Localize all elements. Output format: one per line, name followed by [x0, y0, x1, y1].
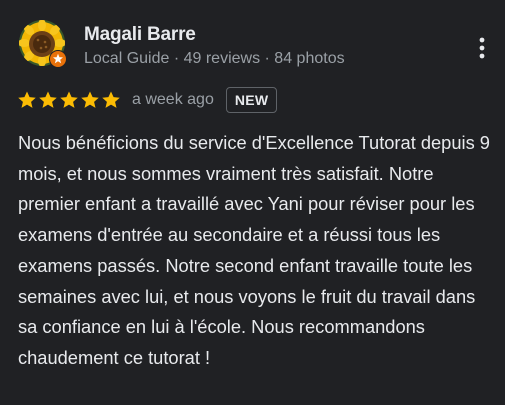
- star-icon: [18, 91, 36, 108]
- review-text: Nous bénéficions du service d'Excellence…: [18, 132, 490, 368]
- more-vertical-icon: [479, 37, 485, 59]
- new-badge: NEW: [225, 87, 278, 113]
- star-icon: [39, 91, 57, 108]
- star-icon: [60, 91, 78, 108]
- star-icon: [81, 91, 99, 108]
- local-guide-badge-icon: [49, 50, 67, 68]
- more-options-button[interactable]: [470, 30, 494, 66]
- author-name[interactable]: Magali Barre: [84, 24, 196, 46]
- author-avatar[interactable]: [19, 20, 67, 68]
- author-meta[interactable]: Local Guide · 49 reviews · 84 photos: [84, 50, 345, 68]
- star-icon: [102, 91, 120, 108]
- review-card: Magali Barre Local Guide · 49 reviews · …: [0, 0, 505, 405]
- review-time: a week ago: [132, 91, 214, 108]
- star-rating: [17, 90, 121, 110]
- rating-row: a week ago NEW: [17, 86, 278, 114]
